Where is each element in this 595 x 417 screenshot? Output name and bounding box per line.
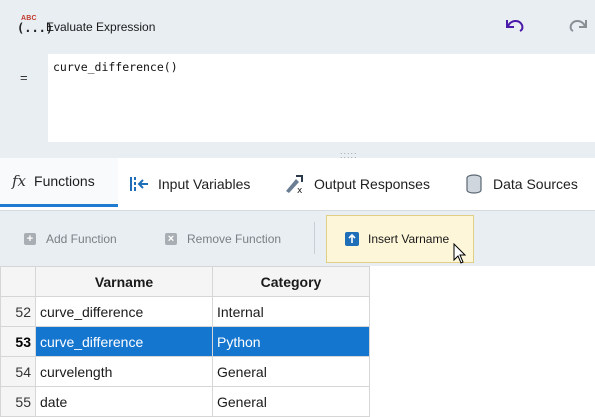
database-icon bbox=[466, 174, 482, 194]
tab-data-sources[interactable]: Data Sources bbox=[463, 158, 578, 210]
mouse-cursor-icon bbox=[453, 243, 467, 264]
table-row[interactable]: 55 date General bbox=[0, 386, 370, 417]
table-row-selected[interactable]: 53 curve_difference Python bbox=[0, 326, 370, 357]
tab-input-variables[interactable]: Input Variables bbox=[128, 158, 250, 210]
table-row[interactable]: 52 curve_difference Internal bbox=[0, 296, 370, 327]
varname-cell[interactable]: curvelength bbox=[35, 356, 213, 387]
tab-bar: fx Functions Input Variables x Output Re… bbox=[0, 158, 595, 211]
category-cell[interactable]: General bbox=[212, 386, 370, 417]
category-cell[interactable]: Python bbox=[212, 326, 370, 357]
row-number: 52 bbox=[0, 296, 36, 327]
undo-icon[interactable] bbox=[503, 16, 525, 34]
function-icon: fx bbox=[12, 172, 27, 190]
table-header-row: Varname Category bbox=[0, 266, 370, 297]
row-number: 55 bbox=[0, 386, 36, 417]
varname-cell[interactable]: date bbox=[35, 386, 213, 417]
remove-function-button[interactable]: × Remove Function bbox=[165, 211, 281, 266]
equals-sign: = bbox=[20, 70, 28, 85]
svg-text:x: x bbox=[297, 186, 303, 195]
toolbar-divider bbox=[314, 222, 315, 254]
insert-varname-button[interactable]: Insert Varname bbox=[326, 215, 474, 263]
table-row[interactable]: 54 curvelength General bbox=[0, 356, 370, 387]
row-number: 54 bbox=[0, 356, 36, 387]
category-cell[interactable]: General bbox=[212, 356, 370, 387]
expression-editor[interactable]: curve_difference() bbox=[48, 54, 595, 142]
redo-icon[interactable] bbox=[568, 16, 590, 34]
input-variables-icon bbox=[130, 177, 148, 191]
dialog-title: Evaluate Expression bbox=[46, 20, 156, 34]
varname-cell[interactable]: curve_difference bbox=[35, 326, 213, 357]
category-cell[interactable]: Internal bbox=[212, 296, 370, 327]
output-responses-icon: x bbox=[286, 175, 303, 195]
tab-output-responses[interactable]: x Output Responses bbox=[284, 158, 430, 210]
functions-table: Varname Category 52 curve_difference Int… bbox=[0, 266, 370, 417]
expression-text[interactable]: curve_difference() bbox=[53, 60, 178, 74]
column-header-varname[interactable]: Varname bbox=[35, 266, 213, 297]
add-function-button[interactable]: + Add Function bbox=[24, 211, 117, 266]
varname-cell[interactable]: curve_difference bbox=[35, 296, 213, 327]
plus-icon: + bbox=[24, 232, 36, 245]
column-header-category[interactable]: Category bbox=[212, 266, 370, 297]
row-number-header bbox=[0, 266, 36, 297]
insert-up-arrow-icon bbox=[345, 232, 359, 246]
evaluate-expression-icon: ABC (...) bbox=[17, 15, 54, 35]
row-number: 53 bbox=[0, 326, 36, 357]
tab-functions[interactable]: fx Functions bbox=[0, 158, 118, 207]
resize-grip[interactable]: .......... bbox=[340, 147, 358, 160]
remove-icon: × bbox=[165, 232, 177, 245]
